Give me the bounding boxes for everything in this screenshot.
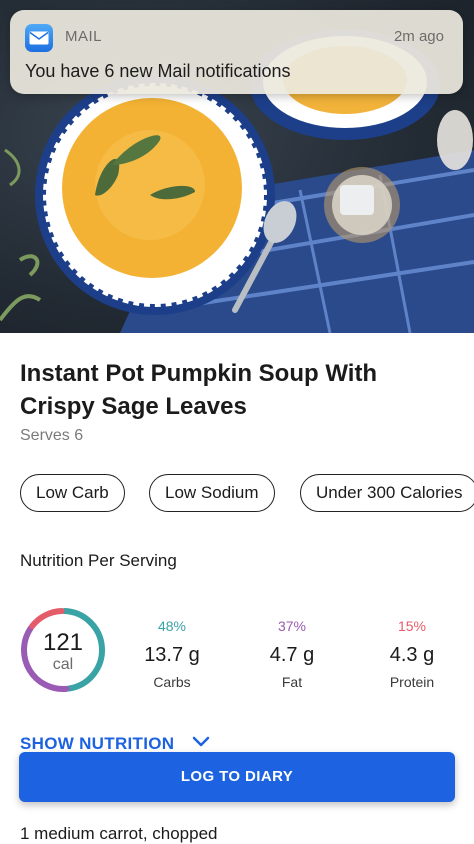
show-nutrition-link[interactable]: SHOW NUTRITION <box>20 734 174 754</box>
macro-protein-grams: 4.3 g <box>389 644 435 666</box>
macro-carbs-percent: 48% <box>157 618 187 634</box>
macro-fat-percent: 37% <box>277 618 307 634</box>
tag-under-300-calories[interactable]: Under 300 Calories <box>300 474 474 512</box>
macro-fat-label: Fat <box>281 674 303 690</box>
notification-app-name: MAIL <box>65 28 103 45</box>
mail-notification-banner[interactable]: MAIL 2m ago You have 6 new Mail notifica… <box>10 10 463 94</box>
ring-arc-protein <box>29 608 65 629</box>
chevron-down-icon[interactable] <box>192 735 210 749</box>
calories-unit: cal <box>52 656 74 673</box>
calories-value: 121 <box>42 629 84 656</box>
recipe-servings: Serves 6 <box>20 427 84 444</box>
nutrition-section-label: Nutrition Per Serving <box>20 551 177 570</box>
tag-low-carb[interactable]: Low Carb <box>20 474 125 512</box>
macro-protein-percent: 15% <box>397 618 427 634</box>
macro-protein-label: Protein <box>389 674 435 690</box>
ingredient-item: 1 medium carrot, chopped <box>20 824 218 843</box>
notification-time: 2m ago <box>393 28 444 45</box>
recipe-title: Instant Pot Pumpkin Soup With Crispy Sag… <box>20 360 378 420</box>
macro-protein: 15% 4.3 g Protein <box>362 618 462 690</box>
macro-carbs-label: Carbs <box>153 674 191 690</box>
macro-fat: 37% 4.7 g Fat <box>242 618 342 690</box>
macro-fat-grams: 4.7 g <box>269 644 315 666</box>
tag-low-sodium[interactable]: Low Sodium <box>149 474 275 512</box>
mail-envelope-icon <box>25 24 53 52</box>
notification-message: You have 6 new Mail notifications <box>25 61 291 81</box>
macro-carbs-grams: 13.7 g <box>144 644 200 666</box>
macro-carbs: 48% 13.7 g Carbs <box>122 618 222 690</box>
log-to-diary-button[interactable]: LOG TO DIARY <box>19 752 455 802</box>
